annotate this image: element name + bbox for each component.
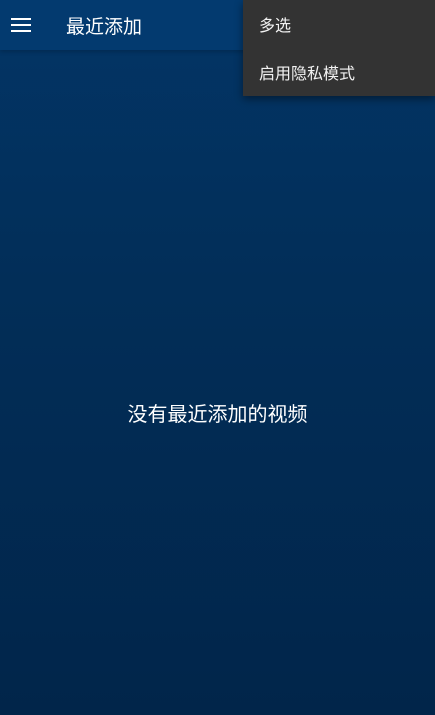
empty-state-message: 没有最近添加的视频 [127,402,308,426]
menu-item-multi-select[interactable]: 多选 [243,0,435,48]
page-title: 最近添加 [66,15,143,38]
menu-item-enable-private-mode[interactable]: 启用隐私模式 [243,48,435,96]
navigation-drawer-button[interactable] [0,0,42,50]
overflow-menu: 多选 启用隐私模式 [243,0,435,96]
hamburger-menu-icon [11,18,31,32]
